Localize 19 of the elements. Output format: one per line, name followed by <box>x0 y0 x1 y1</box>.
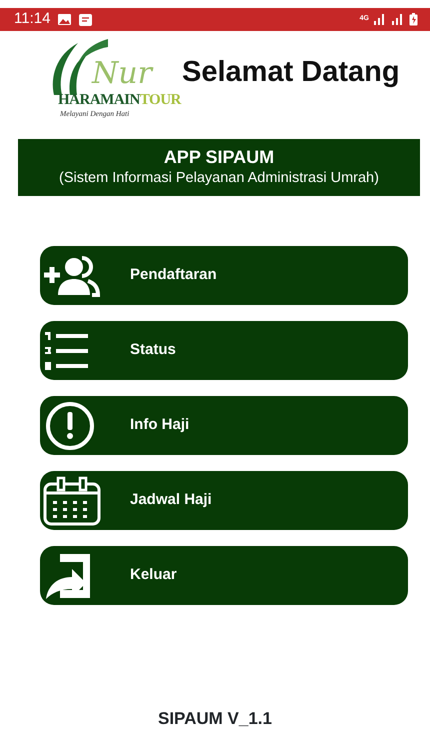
clock-time: 11:14 <box>14 9 50 30</box>
menu-button[interactable]: Jadwal Haji <box>40 471 408 530</box>
menu-button[interactable]: Pendaftaran <box>40 246 408 306</box>
banner-subtitle: (Sistem Informasi Pelayanan Administrasi Umrah) <box>58 169 380 188</box>
menu-button[interactable]: Keluar <box>40 546 408 606</box>
logo-brand: TOUR <box>140 93 181 108</box>
image-icon <box>58 14 72 25</box>
banner-title: APP SIPAUM <box>162 146 276 169</box>
app-version: SIPAUM V_1.1 <box>156 708 273 730</box>
signal-icon <box>391 14 405 25</box>
battery-icon <box>409 13 418 26</box>
welcome-title: Selamat Datang <box>182 55 400 90</box>
logo-script: Nur <box>92 59 152 89</box>
menu-button[interactable]: Info Haji <box>40 396 408 456</box>
signal-icon <box>373 14 387 25</box>
menu-button[interactable]: Status <box>40 321 408 380</box>
message-icon <box>79 14 92 26</box>
logo-brand: HARAMAIN <box>58 93 140 108</box>
calendar-icon <box>42 476 102 526</box>
